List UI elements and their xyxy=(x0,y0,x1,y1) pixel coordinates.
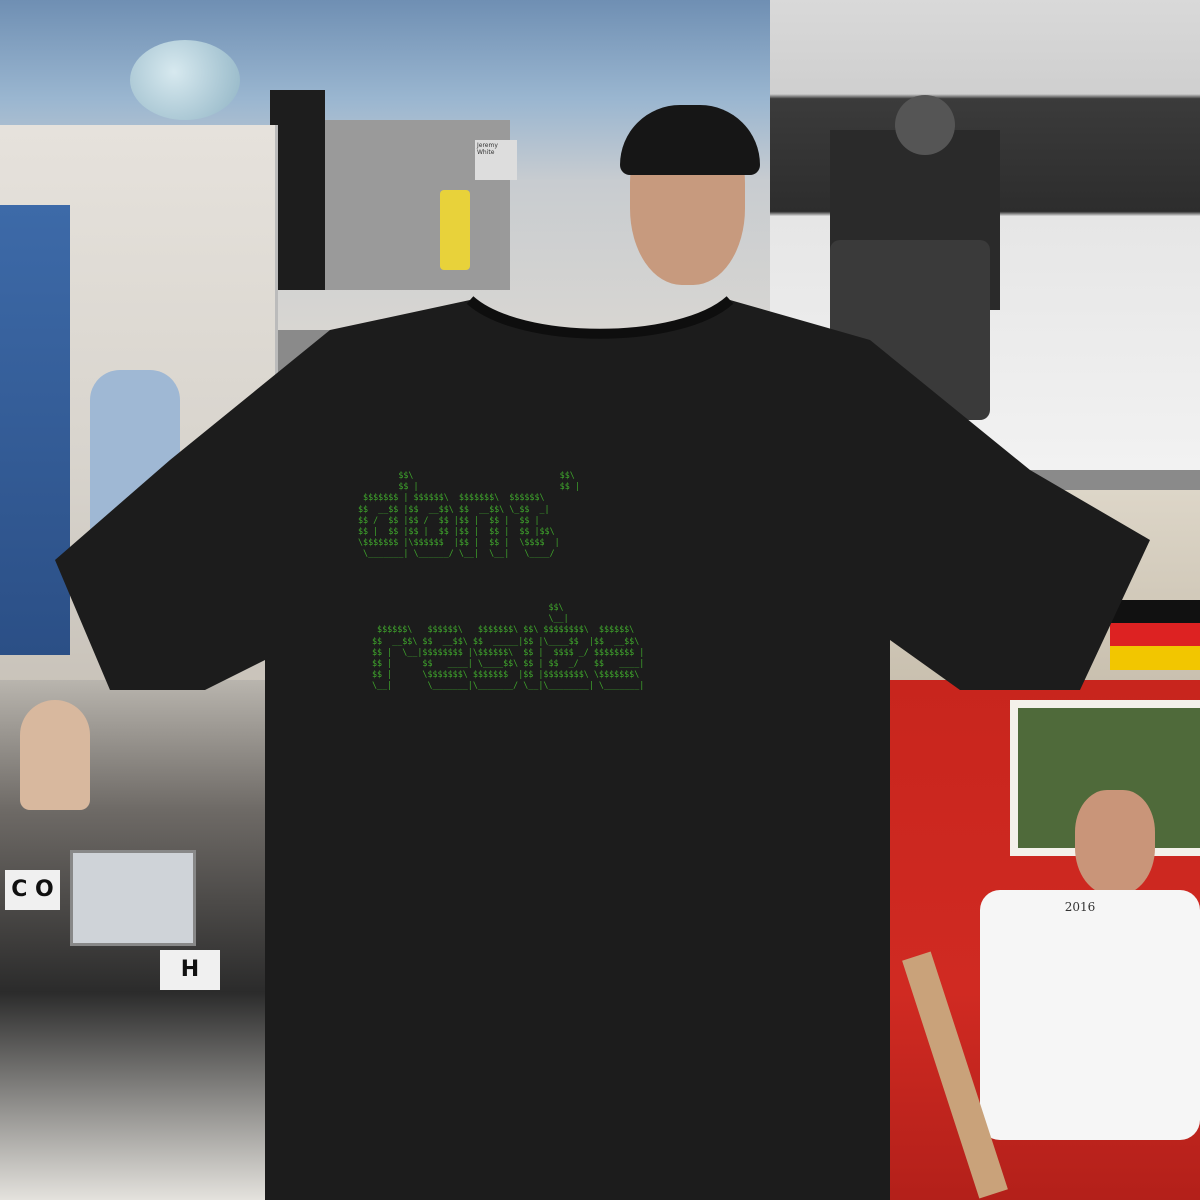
ascii-word-dont: $$\ $$\ $$ | $$ | $$$$$$$ | $$$$$$\ $$$$… xyxy=(358,470,580,559)
black-tshirt xyxy=(55,296,1150,1200)
ascii-word-resize: $$\ \__| $$$$$$\ $$$$$$\ $$$$$$$\ $$\ $$… xyxy=(372,602,645,691)
tshirt-shape xyxy=(55,300,1150,1200)
